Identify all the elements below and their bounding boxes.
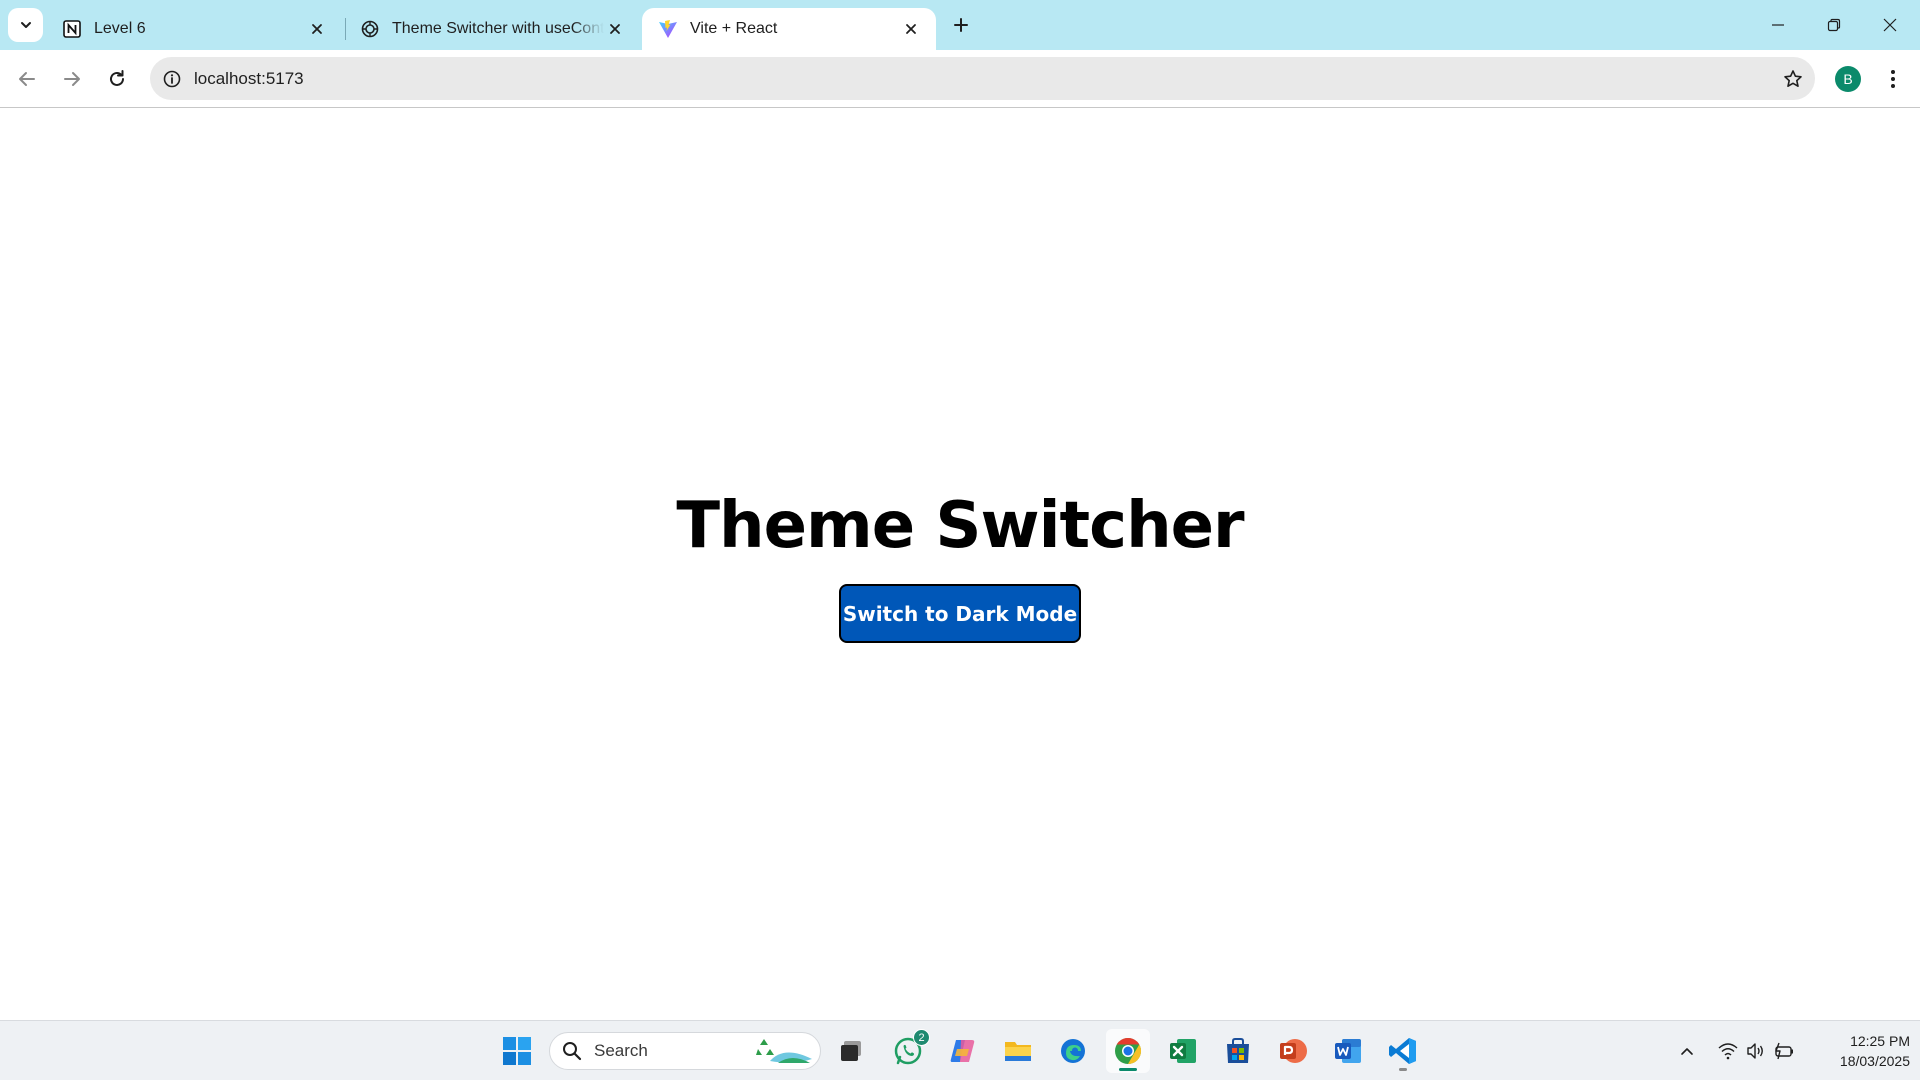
taskbar-clock[interactable]: 12:25 PM 18/03/2025 [1810, 1031, 1910, 1071]
vite-icon [658, 19, 678, 39]
chevron-up-icon [1681, 1048, 1693, 1055]
taskbar-powerpoint[interactable] [1271, 1029, 1315, 1073]
active-app-indicator [1119, 1068, 1137, 1071]
tab-title: Vite + React [690, 20, 778, 37]
switch-theme-button[interactable]: Switch to Dark Mode [839, 584, 1081, 643]
site-info-icon[interactable] [150, 57, 194, 100]
browser-menu-button[interactable] [1876, 62, 1910, 96]
search-label: Search [594, 1041, 648, 1060]
wifi-button[interactable] [1714, 1036, 1742, 1066]
tab-title: Theme Switcher with useContext [392, 20, 604, 37]
running-app-indicator [1399, 1068, 1407, 1071]
tab-vite-react[interactable]: Vite + React [642, 8, 936, 50]
speaker-icon [1747, 1043, 1763, 1059]
tab-title: Level 6 [94, 20, 146, 37]
restore-icon [1827, 18, 1841, 32]
address-url[interactable]: localhost:5173 [194, 69, 1771, 89]
show-hidden-icons-button[interactable] [1672, 1036, 1702, 1066]
taskbar-copilot[interactable] [941, 1029, 985, 1073]
reload-icon [110, 70, 124, 86]
volume-button[interactable] [1742, 1036, 1770, 1066]
taskbar-whatsapp[interactable]: 2 [886, 1029, 930, 1073]
excel-icon [1170, 1039, 1196, 1063]
taskbar-word[interactable] [1326, 1029, 1370, 1073]
new-tab-button[interactable] [948, 12, 974, 38]
windows-start-icon [503, 1037, 531, 1065]
tab-strip: Level 6 Theme Switcher with useContext V… [0, 0, 1920, 50]
taskbar-excel[interactable] [1161, 1029, 1205, 1073]
notification-badge: 2 [913, 1029, 930, 1046]
back-button[interactable] [9, 61, 45, 97]
bookmark-star-icon[interactable] [1771, 57, 1815, 100]
arrow-left-icon [19, 72, 35, 86]
profile-avatar[interactable]: B [1835, 66, 1861, 92]
close-icon [1883, 18, 1897, 32]
chrome-icon [1115, 1037, 1142, 1065]
vscode-icon [1389, 1038, 1416, 1064]
taskbar-file-explorer[interactable] [996, 1029, 1040, 1073]
forward-button[interactable] [54, 61, 90, 97]
taskbar: Search 2 12:25 PM 18/03/2025 [0, 1020, 1920, 1080]
browser-toolbar: localhost:5173 B [0, 50, 1920, 108]
page-content: Theme Switcher Switch to Dark Mode [0, 109, 1920, 1020]
close-tab-icon[interactable] [604, 18, 626, 40]
arrow-right-icon [64, 72, 80, 86]
battery-button[interactable] [1770, 1036, 1798, 1066]
battery-charging-icon [1775, 1042, 1793, 1060]
close-tab-icon[interactable] [306, 18, 328, 40]
recycle-search-highlight-icon [756, 1039, 812, 1063]
start-button[interactable] [495, 1029, 539, 1073]
address-bar[interactable]: localhost:5173 [150, 57, 1815, 100]
more-vertical-icon [1891, 70, 1895, 88]
task-view-button[interactable] [829, 1029, 873, 1073]
clock-time: 12:25 PM [1850, 1033, 1910, 1049]
tab-theme-switcher[interactable]: Theme Switcher with useContext [344, 8, 640, 50]
clock-date: 18/03/2025 [1839, 1053, 1910, 1069]
word-icon [1335, 1039, 1361, 1063]
copilot-icon [950, 1040, 975, 1062]
taskbar-store[interactable] [1216, 1029, 1260, 1073]
tab-level-6[interactable]: Level 6 [46, 8, 342, 50]
reload-button[interactable] [99, 61, 135, 97]
wifi-icon [1718, 1043, 1738, 1060]
store-icon [1227, 1038, 1249, 1063]
minimize-icon [1772, 24, 1784, 26]
taskbar-vscode[interactable] [1381, 1029, 1425, 1073]
page-title: Theme Switcher [676, 489, 1244, 563]
close-tab-icon[interactable] [900, 18, 922, 40]
powerpoint-icon [1280, 1039, 1307, 1063]
file-explorer-icon [1005, 1042, 1031, 1061]
restore-button[interactable] [1806, 0, 1862, 50]
taskbar-chrome[interactable] [1106, 1029, 1150, 1073]
notion-icon [62, 19, 82, 39]
close-window-button[interactable] [1862, 0, 1918, 50]
search-icon [563, 1042, 582, 1061]
taskbar-edge[interactable] [1051, 1029, 1095, 1073]
plus-icon [954, 18, 968, 32]
task-view-icon [841, 1041, 861, 1061]
minimize-button[interactable] [1750, 0, 1806, 50]
system-tray [1672, 1021, 1798, 1080]
tab-search-button[interactable] [8, 8, 43, 42]
chevron-down-icon [20, 22, 31, 28]
edge-icon [1061, 1039, 1085, 1063]
chatgpt-icon [360, 19, 380, 39]
taskbar-search[interactable]: Search [549, 1032, 821, 1070]
